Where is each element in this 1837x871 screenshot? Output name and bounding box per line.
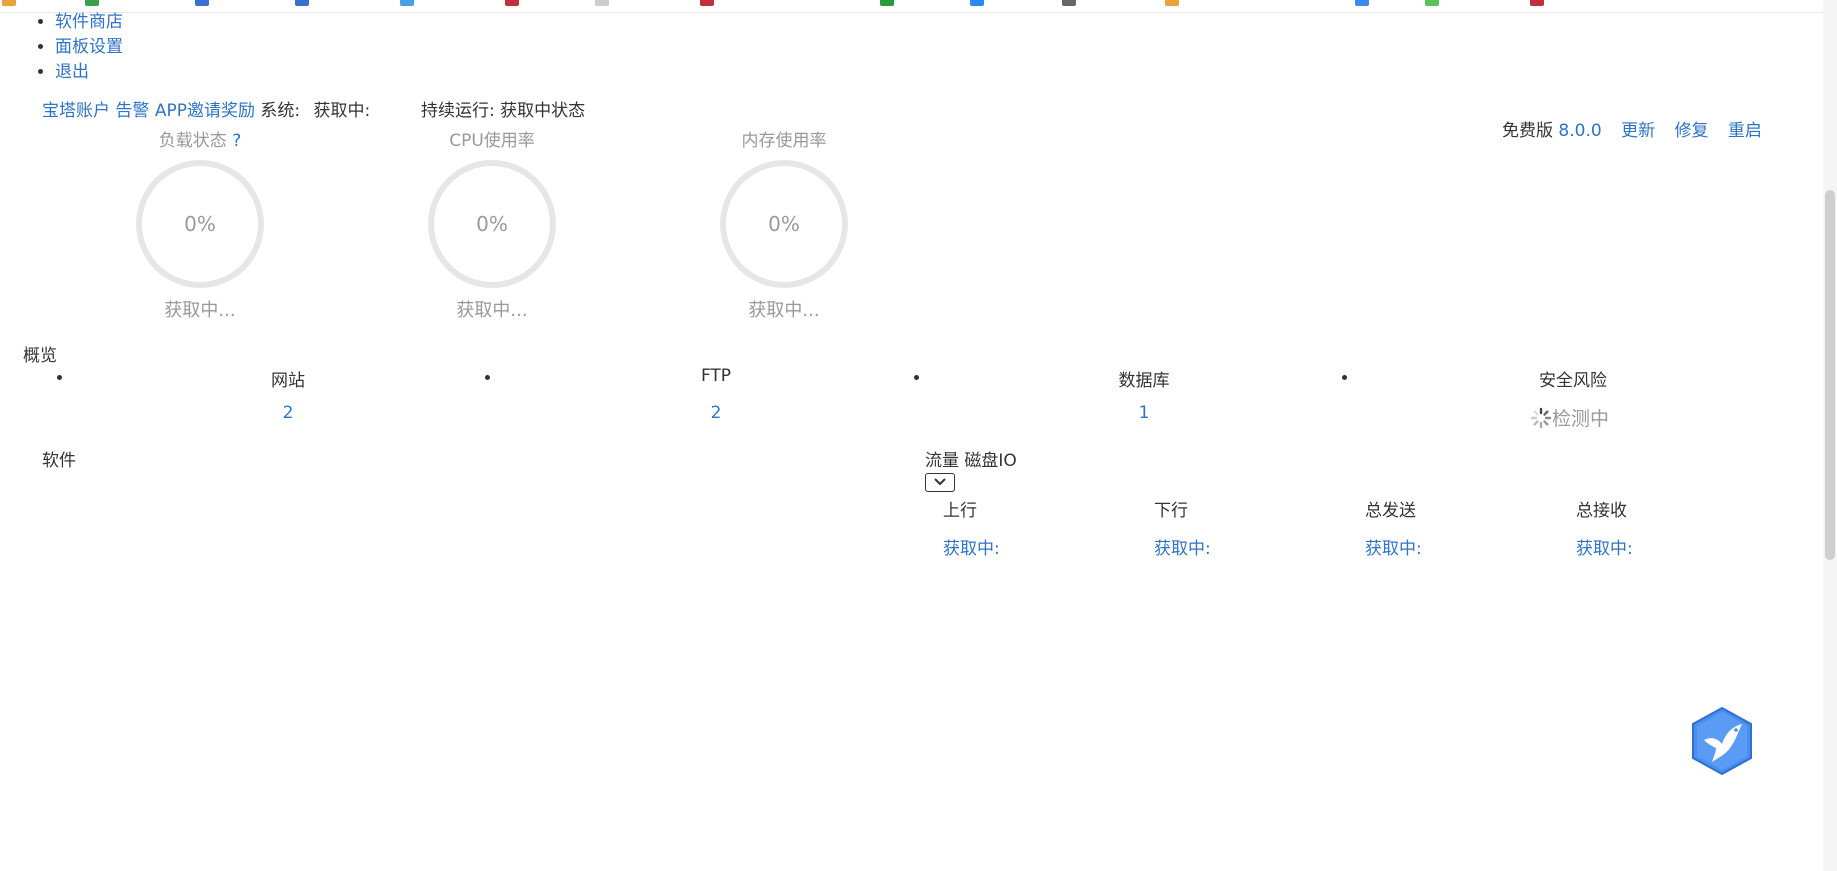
nav-item-software-store[interactable]: 软件商店	[55, 10, 123, 35]
traffic-tabs: 流量 磁盘IO	[925, 446, 1017, 471]
load-gauge-status: 获取中...	[164, 300, 236, 321]
overview-website-count[interactable]: 2	[188, 403, 388, 423]
bullet-dot	[1342, 375, 1347, 380]
header-bar: 宝塔账户 告警 APP邀请奖励 系统: 获取中:	[42, 96, 370, 121]
security-risk-value: 检测中	[1552, 408, 1610, 430]
bookmark-icon[interactable]	[1355, 0, 1369, 6]
network-interface-select[interactable]	[925, 473, 955, 492]
cpu-usage-title: CPU使用率	[449, 131, 535, 151]
system-label: 系统:	[260, 101, 301, 121]
overview-security-label: 安全风险	[1539, 371, 1607, 391]
tab-traffic[interactable]: 流量	[925, 451, 959, 471]
overview-title: 概览	[23, 346, 57, 366]
cpu-gauge-status: 获取中...	[456, 300, 528, 321]
bookmark-icon[interactable]	[295, 0, 309, 6]
tab-disk-io[interactable]: 磁盘IO	[964, 451, 1016, 471]
bullet-dot	[485, 375, 490, 380]
bookmark-icon[interactable]	[880, 0, 894, 6]
baota-bird-icon	[1692, 706, 1752, 776]
memory-gauge-value: 0%	[768, 212, 800, 236]
app-link[interactable]: APP	[155, 101, 187, 121]
load-status-title: 负载状态 ?	[100, 126, 300, 151]
spinner-icon	[1530, 407, 1552, 429]
update-button[interactable]: 更新	[1621, 121, 1655, 141]
floating-assistant-button[interactable]	[1690, 706, 1754, 776]
browser-bookmark-strip	[0, 0, 1837, 13]
memory-gauge[interactable]: 0%	[718, 158, 850, 290]
upstream-value: 获取中:	[943, 539, 1000, 559]
nav-item-logout[interactable]: 退出	[55, 60, 123, 85]
total-received-label: 总接收	[1576, 501, 1627, 521]
version-number[interactable]: 8.0.0	[1558, 121, 1601, 141]
overview-ftp-count[interactable]: 2	[616, 403, 816, 423]
load-gauge[interactable]: 0%	[134, 158, 266, 290]
bookmark-icon[interactable]	[1425, 0, 1439, 6]
version-bar: 免费版 8.0.0 更新 修复 重启	[1502, 116, 1762, 141]
overview-ftp-label: FTP	[700, 366, 732, 386]
overview-database-label: 数据库	[1118, 371, 1170, 391]
invite-reward-link[interactable]: 邀请奖励	[187, 101, 255, 121]
bookmark-icon[interactable]	[505, 0, 519, 6]
nav-menu: 软件商店 面板设置 退出	[32, 10, 123, 85]
edition-label: 免费版	[1502, 121, 1553, 141]
memory-gauge-status: 获取中...	[748, 300, 820, 321]
bullet-dot	[914, 375, 919, 380]
total-sent-value: 获取中:	[1365, 539, 1422, 559]
bookmark-icon[interactable]	[195, 0, 209, 6]
software-title: 软件	[42, 451, 76, 471]
bookmark-icon[interactable]	[1062, 0, 1076, 6]
bullet-dot	[57, 375, 62, 380]
bookmark-icon[interactable]	[970, 0, 984, 6]
cpu-gauge-value: 0%	[476, 212, 508, 236]
uptime-text: 持续运行: 获取中状态	[421, 101, 586, 121]
memory-usage-title: 内存使用率	[741, 131, 827, 151]
bt-account-link[interactable]: 宝塔账户	[42, 101, 110, 121]
repair-button[interactable]: 修复	[1674, 121, 1708, 141]
bookmark-icon[interactable]	[1530, 0, 1544, 6]
load-status-label: 负载状态	[158, 131, 227, 151]
total-sent-label: 总发送	[1365, 501, 1416, 521]
bookmark-icon[interactable]	[400, 0, 414, 6]
chevron-down-icon	[934, 478, 946, 486]
cpu-gauge[interactable]: 0%	[426, 158, 558, 290]
bookmark-icon[interactable]	[1165, 0, 1179, 6]
restart-button[interactable]: 重启	[1728, 121, 1762, 141]
downstream-label: 下行	[1154, 501, 1188, 521]
bookmark-icon[interactable]	[85, 0, 99, 6]
bookmark-icon[interactable]	[595, 0, 609, 6]
scrollbar-thumb[interactable]	[1825, 190, 1835, 560]
total-received-value: 获取中:	[1576, 539, 1633, 559]
overview-website-label: 网站	[271, 371, 305, 391]
system-value: 获取中:	[313, 101, 371, 121]
upstream-label: 上行	[943, 501, 977, 521]
help-icon[interactable]: ?	[232, 131, 241, 151]
nav-item-panel-settings[interactable]: 面板设置	[55, 35, 123, 60]
alert-link[interactable]: 告警	[115, 101, 149, 121]
bookmark-icon[interactable]	[700, 0, 714, 6]
overview-database-count[interactable]: 1	[1044, 403, 1244, 423]
security-risk-status[interactable]: 检测中	[1530, 404, 1609, 431]
downstream-value: 获取中:	[1154, 539, 1211, 559]
load-gauge-value: 0%	[184, 212, 216, 236]
bookmark-icon[interactable]	[2, 0, 16, 6]
